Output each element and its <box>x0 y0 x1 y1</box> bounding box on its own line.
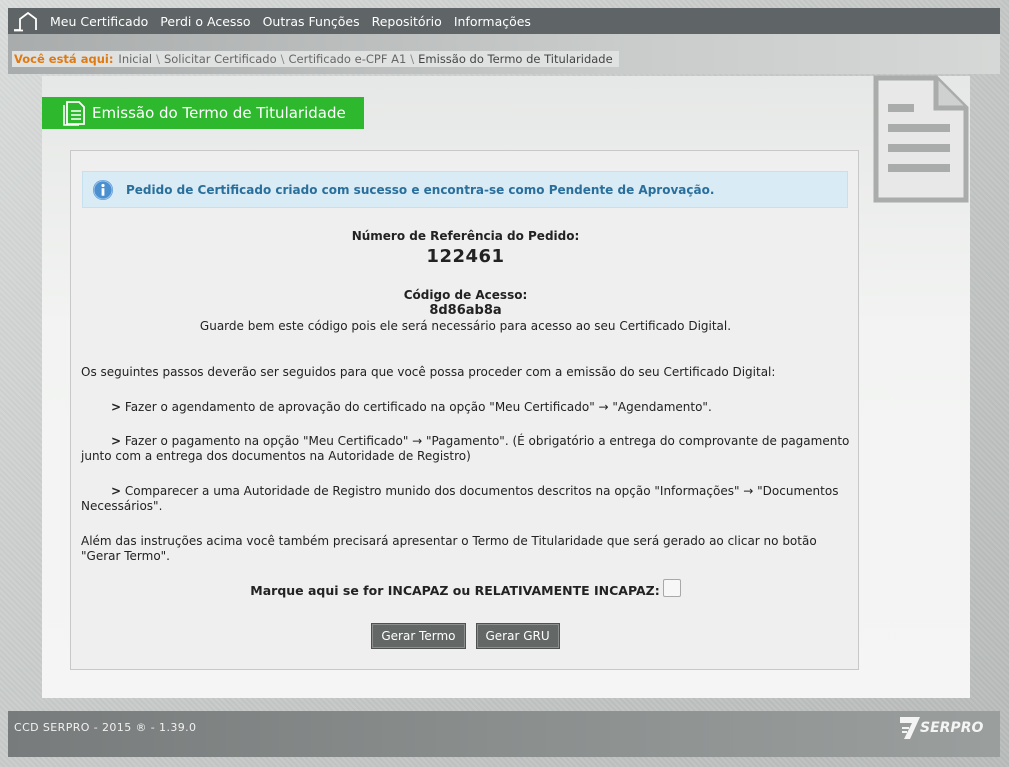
breadcrumb-separator: \ <box>280 52 285 66</box>
gerar-termo-button[interactable]: Gerar Termo <box>371 623 466 649</box>
nav-item-informacoes[interactable]: Informações <box>448 14 537 29</box>
nav-item-perdi-o-acesso[interactable]: Perdi o Acesso <box>154 14 256 29</box>
reference-number: 122461 <box>426 246 505 267</box>
breadcrumb-separator: \ <box>410 52 415 66</box>
access-code-value: 8d86ab8a <box>429 303 502 318</box>
step-marker: > <box>111 434 122 448</box>
breadcrumb-bar: Você está aqui: Inicial \ Solicitar Cert… <box>8 34 1000 74</box>
serpro-logo-text: SERPRO <box>920 720 984 736</box>
info-icon <box>93 179 113 200</box>
breadcrumb-item-current: Emissão do Termo de Titularidade <box>418 52 613 66</box>
home-button[interactable] <box>8 8 44 34</box>
nav-item-outras-funcoes[interactable]: Outras Funções <box>257 14 366 29</box>
step-text: Fazer o agendamento de aprovação do cert… <box>124 400 712 414</box>
breadcrumb: Você está aqui: Inicial \ Solicitar Cert… <box>12 51 619 67</box>
instructions-intro: Os seguintes passos deverão ser seguidos… <box>81 365 776 379</box>
breadcrumb-item-ecpf-a1[interactable]: Certificado e-CPF A1 <box>288 52 406 66</box>
breadcrumb-separator: \ <box>156 52 160 66</box>
footer-text: CCD SERPRO - 2015 ® - 1.39.0 <box>14 721 197 734</box>
serpro-logo: SERPRO <box>898 715 983 741</box>
footer: CCD SERPRO - 2015 ® - 1.39.0 SERPRO <box>8 711 1000 757</box>
instruction-step: > Fazer o agendamento de aprovação do ce… <box>81 400 851 415</box>
instructions-extra: Além das instruções acima você também pr… <box>81 534 817 563</box>
top-nav: Meu Certificado Perdi o Acesso Outras Fu… <box>8 8 1000 34</box>
incapaz-label: Marque aqui se for INCAPAZ ou RELATIVAME… <box>250 583 660 598</box>
alert-text: Pedido de Certificado criado com sucesso… <box>126 182 715 197</box>
content-box: Pedido de Certificado criado com sucesso… <box>70 150 859 670</box>
step-marker: > <box>111 400 122 414</box>
reference-label: Número de Referência do Pedido: <box>351 229 580 243</box>
access-code-label: Código de Acesso: <box>403 288 528 302</box>
access-code-note: Guarde bem este código pois ele será nec… <box>199 319 732 333</box>
instruction-step: > Comparecer a uma Autoridade de Registr… <box>81 484 851 514</box>
page-title-bar: Emissão do Termo de Titularidade <box>42 97 364 129</box>
breadcrumb-here-label: Você está aqui: <box>14 52 114 66</box>
gerar-gru-button[interactable]: Gerar GRU <box>475 623 560 649</box>
nav-item-repositorio[interactable]: Repositório <box>366 14 448 29</box>
home-icon <box>14 11 37 32</box>
action-buttons: Gerar Termo Gerar GRU <box>71 623 860 649</box>
document-icon <box>873 75 969 203</box>
breadcrumb-item-solicitar[interactable]: Solicitar Certificado <box>164 52 277 66</box>
page-title: Emissão do Termo de Titularidade <box>92 104 346 122</box>
serpro-logo-icon <box>900 717 920 739</box>
step-text: Fazer o pagamento na opção "Meu Certific… <box>81 434 850 463</box>
breadcrumb-item-inicial[interactable]: Inicial <box>118 52 152 66</box>
instruction-step: > Fazer o pagamento na opção "Meu Certif… <box>81 434 851 464</box>
incapaz-checkbox[interactable] <box>662 578 681 597</box>
incapaz-row: Marque aqui se for INCAPAZ ou RELATIVAME… <box>71 578 860 598</box>
nav-item-meu-certificado[interactable]: Meu Certificado <box>44 14 154 29</box>
document-icon <box>63 101 85 126</box>
step-marker: > <box>111 484 122 498</box>
step-text: Comparecer a uma Autoridade de Registro … <box>81 484 839 513</box>
success-alert: Pedido de Certificado criado com sucesso… <box>82 171 848 208</box>
